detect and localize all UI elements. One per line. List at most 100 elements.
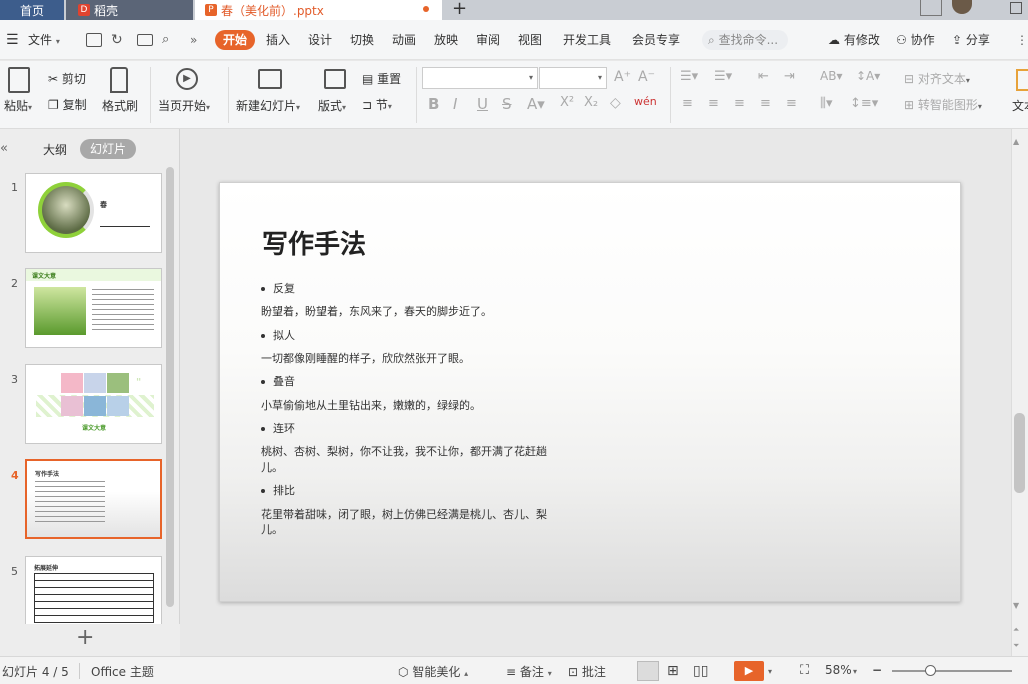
increase-indent-icon[interactable]: ⇥: [784, 69, 795, 84]
scroll-down-icon[interactable]: ▼: [1013, 601, 1019, 610]
copy-button[interactable]: ❐ 复制: [48, 96, 87, 113]
file-menu[interactable]: 文件 ▾: [28, 30, 60, 50]
bullet-item[interactable]: 排比: [261, 482, 295, 498]
bold-icon[interactable]: B: [428, 95, 439, 113]
body-line[interactable]: 一切都像刚睡醒的样子，欣欣然张开了眼。: [261, 350, 470, 366]
notes-button[interactable]: ≡ 备注 ▾: [506, 663, 552, 680]
line-spacing-icon[interactable]: ↕≡▾: [850, 96, 878, 111]
align-right-icon[interactable]: ≡: [734, 96, 745, 111]
prev-slide-icon[interactable]: ⏶: [1013, 625, 1019, 635]
column-icon[interactable]: ⫼▾: [820, 96, 833, 111]
clear-format-icon[interactable]: ◇: [610, 95, 621, 111]
decrease-font-icon[interactable]: A⁻: [638, 69, 655, 85]
menu-slideshow[interactable]: 放映: [434, 30, 458, 50]
window-layout-icon[interactable]: [920, 0, 942, 16]
slide-thumbnail-5[interactable]: 拓展延伸: [25, 556, 162, 624]
scroll-up-icon[interactable]: ▲: [1013, 137, 1019, 146]
tab-daoke[interactable]: D 稻壳: [66, 0, 193, 20]
format-painter-icon[interactable]: [110, 67, 128, 93]
body-line[interactable]: 盼望着，盼望着，东风来了，春天的脚步近了。: [261, 303, 492, 319]
italic-icon[interactable]: I: [453, 95, 457, 113]
menu-developer[interactable]: 开发工具: [563, 30, 611, 50]
menu-view[interactable]: 视图: [518, 30, 542, 50]
maximize-icon[interactable]: [1010, 2, 1022, 14]
bullet-list-icon[interactable]: ☰▾: [680, 69, 698, 84]
more-quick-actions-icon[interactable]: »: [190, 30, 197, 50]
tab-slides[interactable]: 幻灯片: [80, 139, 136, 159]
zoom-level[interactable]: 58%: [825, 663, 852, 677]
smart-beautify-button[interactable]: ⬡ 智能美化 ▴: [398, 663, 468, 680]
align-text-button[interactable]: ⊟ 对齐文本▾: [904, 70, 970, 87]
menu-start[interactable]: 开始: [215, 30, 255, 50]
justify-icon[interactable]: ≡: [760, 96, 771, 111]
command-search[interactable]: ⌕ 查找命令...: [702, 30, 788, 50]
numbered-list-icon[interactable]: ☰▾: [714, 69, 732, 84]
tab-document[interactable]: P 春（美化前）.pptx: [195, 0, 442, 20]
align-left-icon[interactable]: ≡: [682, 96, 693, 111]
play-icon[interactable]: ▶: [176, 68, 198, 90]
more-options-icon[interactable]: ⋮: [1016, 30, 1028, 50]
menu-member[interactable]: 会员专享: [632, 30, 680, 50]
slide-thumbnail-1[interactable]: 春: [25, 173, 162, 253]
font-size-select[interactable]: ▾: [539, 67, 607, 89]
layout-icon[interactable]: [324, 69, 346, 89]
menu-review[interactable]: 审阅: [476, 30, 500, 50]
new-slide-button[interactable]: 新建幻灯片▾: [236, 97, 300, 114]
phonetic-icon[interactable]: wén: [634, 95, 657, 108]
section-button[interactable]: ⊐ 节▾: [362, 96, 392, 113]
print-preview-icon[interactable]: ⌕: [162, 30, 169, 50]
new-tab-button[interactable]: +: [452, 0, 467, 19]
zoom-slider[interactable]: [892, 670, 1012, 672]
menu-animation[interactable]: 动画: [392, 30, 416, 50]
collab-button[interactable]: ⚇ 协作: [896, 30, 935, 50]
tab-home[interactable]: 首页: [0, 0, 64, 20]
text-direction-icon[interactable]: AB▾: [820, 69, 842, 83]
comments-button[interactable]: ⊡ 批注: [568, 663, 606, 680]
canvas-scrollbar[interactable]: ▲ ▼ ⏶ ⏷: [1011, 129, 1028, 656]
from-current-button[interactable]: 当页开始▾: [158, 97, 210, 114]
body-line[interactable]: 儿。: [261, 521, 283, 537]
align-center-icon[interactable]: ≡: [708, 96, 719, 111]
increase-font-icon[interactable]: A⁺: [614, 69, 631, 85]
body-line[interactable]: 桃树、杏树、梨树，你不让我，我不让你，都开满了花赶趟: [261, 443, 547, 459]
zoom-dropdown-icon[interactable]: ▾: [853, 663, 857, 677]
menu-design[interactable]: 设计: [308, 30, 332, 50]
sort-icon[interactable]: ↕A▾: [856, 69, 880, 83]
next-slide-icon[interactable]: ⏷: [1013, 641, 1019, 651]
bullet-item[interactable]: 反复: [261, 280, 295, 296]
fit-window-icon[interactable]: ⛶: [800, 663, 809, 678]
add-slide-button[interactable]: +: [76, 625, 94, 650]
underline-icon[interactable]: U: [477, 95, 488, 113]
menu-insert[interactable]: 插入: [266, 30, 290, 50]
distribute-icon[interactable]: ≡: [786, 96, 797, 111]
print-icon[interactable]: [137, 34, 153, 46]
subscript-icon[interactable]: X₂: [584, 95, 598, 110]
textbox-icon[interactable]: [1016, 69, 1028, 91]
format-painter-button[interactable]: 格式刷: [102, 97, 138, 114]
font-family-select[interactable]: ▾: [422, 67, 538, 89]
new-slide-icon[interactable]: [258, 69, 282, 89]
slide-title[interactable]: 写作手法: [262, 224, 366, 261]
has-changes-button[interactable]: ☁ 有修改: [828, 30, 880, 50]
slide-thumbnail-2[interactable]: 课文大意: [25, 268, 162, 348]
slide-thumbnail-4[interactable]: 写作手法: [25, 459, 162, 539]
paste-button[interactable]: 粘贴▾: [4, 97, 32, 114]
strikethrough-icon[interactable]: S: [502, 95, 512, 113]
body-line[interactable]: 小草偷偷地从土里钻出来，嫩嫩的，绿绿的。: [261, 397, 481, 413]
slide-thumbnail-3[interactable]: " 课文大意: [25, 364, 162, 444]
to-smartart-button[interactable]: ⊞ 转智能图形▾: [904, 96, 982, 113]
cut-button[interactable]: ✂ 剪切: [48, 70, 86, 87]
decrease-indent-icon[interactable]: ⇤: [758, 69, 769, 84]
avatar[interactable]: [952, 0, 972, 14]
body-line[interactable]: 儿。: [261, 459, 283, 475]
paste-icon[interactable]: [8, 67, 30, 93]
slideshow-options-icon[interactable]: ▾: [768, 663, 772, 677]
normal-view-icon[interactable]: [637, 661, 659, 681]
bullet-item[interactable]: 叠音: [261, 373, 295, 389]
output-pdf-icon[interactable]: ↻: [111, 30, 123, 50]
save-icon[interactable]: [86, 33, 102, 47]
bullet-item[interactable]: 拟人: [261, 327, 295, 343]
zoom-slider-thumb[interactable]: [925, 665, 936, 676]
body-line[interactable]: 花里带着甜味，闭了眼，树上仿佛已经满是桃儿、杏儿、梨: [261, 506, 547, 522]
hamburger-menu-icon[interactable]: ☰: [6, 30, 19, 50]
